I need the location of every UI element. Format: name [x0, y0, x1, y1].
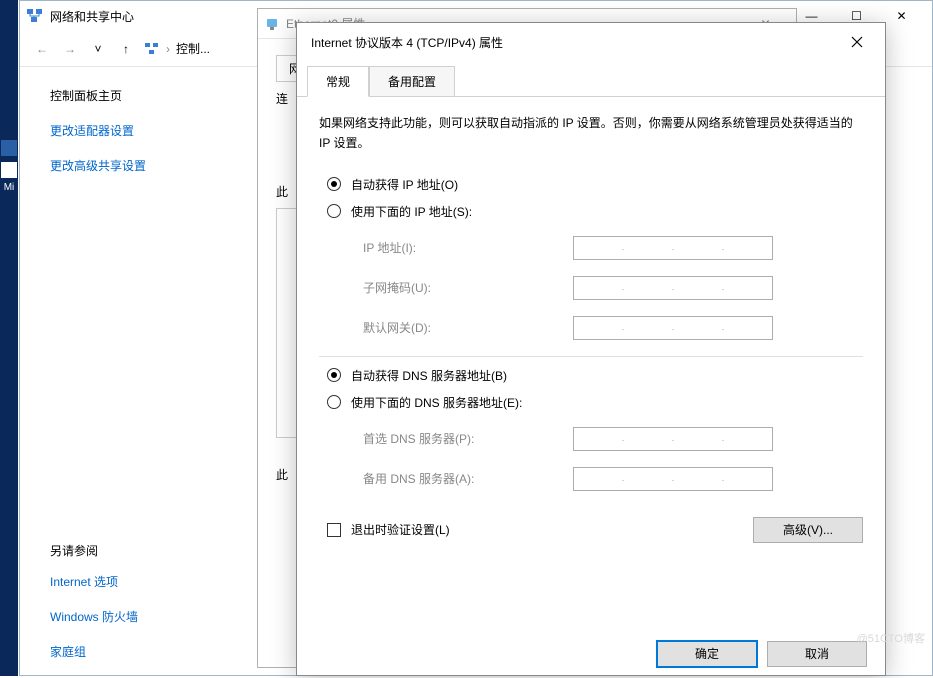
close-icon: [851, 36, 863, 48]
radio-icon: [327, 368, 341, 382]
desktop-left-strip: Mi: [0, 0, 18, 676]
gateway-field[interactable]: ...: [573, 316, 773, 340]
ip-address-label: IP 地址(I):: [363, 239, 573, 256]
taskbar-icon[interactable]: [1, 140, 17, 156]
description-text: 如果网络支持此功能，则可以获取自动指派的 IP 设置。否则，你需要从网络系统管理…: [319, 113, 863, 154]
advanced-button[interactable]: 高级(V)...: [753, 517, 863, 543]
sidebar-see-also-heading: 另请参阅: [50, 542, 220, 559]
taskbar-label: Mi: [0, 182, 18, 193]
taskbar-icon[interactable]: [1, 162, 17, 178]
validate-label: 退出时验证设置(L): [351, 521, 450, 538]
close-button[interactable]: [837, 27, 877, 57]
tab-alternate[interactable]: 备用配置: [369, 66, 455, 97]
preferred-dns-field[interactable]: ...: [573, 427, 773, 451]
tab-general[interactable]: 常规: [307, 66, 369, 97]
sidebar-adapter-settings[interactable]: 更改适配器设置: [50, 122, 220, 139]
up-button[interactable]: ↑: [112, 35, 140, 63]
radio-label: 自动获得 DNS 服务器地址(B): [351, 367, 507, 384]
window-title: Internet 协议版本 4 (TCP/IPv4) 属性: [311, 34, 503, 51]
radio-icon: [327, 177, 341, 191]
subnet-mask-label: 子网掩码(U):: [363, 279, 573, 296]
radio-label: 使用下面的 DNS 服务器地址(E):: [351, 394, 522, 411]
sidebar: 控制面板主页 更改适配器设置 更改高级共享设置 另请参阅 Internet 选项…: [20, 67, 220, 678]
recent-dropdown[interactable]: ˅: [84, 35, 112, 63]
radio-manual-ip[interactable]: 使用下面的 IP 地址(S):: [327, 203, 863, 220]
tab-content: 如果网络支持此功能，则可以获取自动指派的 IP 设置。否则，你需要从网络系统管理…: [297, 97, 885, 557]
ok-button[interactable]: 确定: [657, 641, 757, 667]
radio-label: 使用下面的 IP 地址(S):: [351, 203, 472, 220]
tab-strip: 常规 备用配置: [297, 61, 885, 97]
forward-button[interactable]: →: [56, 35, 84, 63]
back-button[interactable]: ←: [28, 35, 56, 63]
ip-address-field[interactable]: ...: [573, 236, 773, 260]
title-bar: Internet 协议版本 4 (TCP/IPv4) 属性: [297, 23, 885, 61]
preferred-dns-label: 首选 DNS 服务器(P):: [363, 430, 573, 447]
cancel-button[interactable]: 取消: [767, 641, 867, 667]
radio-manual-dns[interactable]: 使用下面的 DNS 服务器地址(E):: [327, 394, 863, 411]
breadcrumb-sep: ›: [164, 42, 172, 56]
validate-checkbox[interactable]: [327, 523, 341, 537]
gateway-label: 默认网关(D):: [363, 319, 573, 336]
separator: [319, 356, 863, 357]
watermark: @51CTO博客: [857, 630, 925, 646]
radio-label: 自动获得 IP 地址(O): [351, 176, 458, 193]
window-ipv4-properties: Internet 协议版本 4 (TCP/IPv4) 属性 常规 备用配置 如果…: [296, 22, 886, 676]
network-center-icon: [26, 7, 44, 25]
window-title: 网络和共享中心: [50, 8, 134, 25]
radio-auto-ip[interactable]: 自动获得 IP 地址(O): [327, 176, 863, 193]
radio-icon: [327, 204, 341, 218]
adapter-icon: [264, 16, 280, 32]
sidebar-home[interactable]: 控制面板主页: [50, 87, 220, 104]
network-center-icon: [144, 41, 160, 57]
sidebar-advanced-sharing[interactable]: 更改高级共享设置: [50, 157, 220, 174]
radio-icon: [327, 395, 341, 409]
radio-auto-dns[interactable]: 自动获得 DNS 服务器地址(B): [327, 367, 863, 384]
subnet-mask-field[interactable]: ...: [573, 276, 773, 300]
alternate-dns-field[interactable]: ...: [573, 467, 773, 491]
dialog-buttons: 确定 取消: [297, 633, 885, 675]
sidebar-homegroup[interactable]: 家庭组: [50, 643, 220, 660]
sidebar-internet-options[interactable]: Internet 选项: [50, 573, 220, 590]
breadcrumb[interactable]: › 控制...: [144, 40, 210, 57]
sidebar-firewall[interactable]: Windows 防火墙: [50, 608, 220, 625]
breadcrumb-item[interactable]: 控制...: [176, 40, 210, 57]
alternate-dns-label: 备用 DNS 服务器(A):: [363, 470, 573, 487]
